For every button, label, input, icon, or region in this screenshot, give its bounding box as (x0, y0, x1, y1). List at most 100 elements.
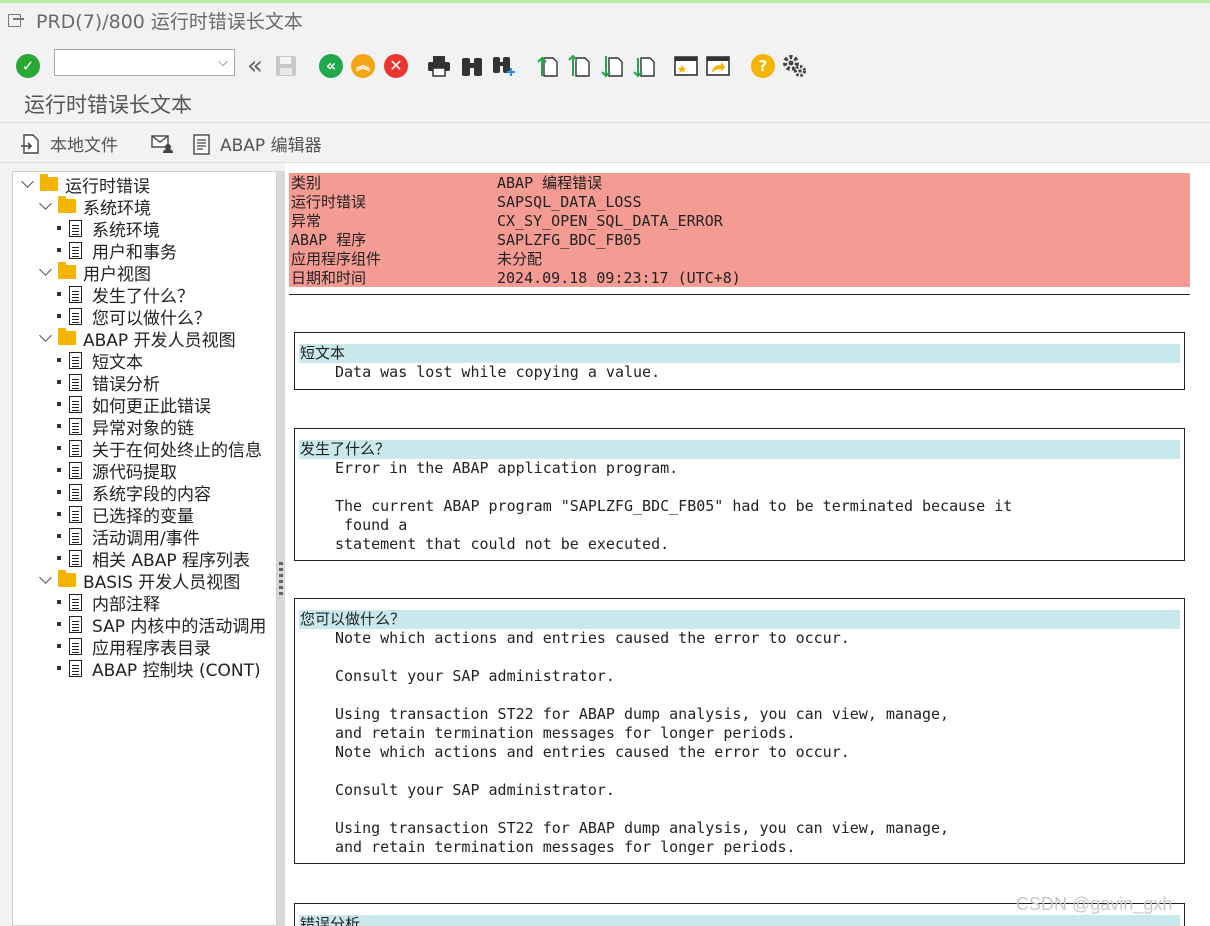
bullet-icon (57, 556, 61, 560)
document-icon (69, 395, 82, 413)
section-text-line: Consult your SAP administrator. (335, 667, 615, 685)
save-button[interactable] (273, 53, 299, 79)
folder-icon (58, 196, 76, 213)
chevron-down-icon[interactable] (39, 571, 52, 584)
tree-folder-node[interactable]: BASIS 开发人员视图 (39, 569, 240, 593)
tree-document-node[interactable]: 源代码提取 (57, 459, 177, 483)
tree-document-node[interactable]: 用户和事务 (57, 239, 177, 263)
bullet-icon (57, 622, 61, 626)
question-icon: ? (751, 54, 775, 78)
document-icon (69, 593, 82, 611)
dump-header-row: 日期和时间 2024.09.18 09:23:17 (UTC+8) (289, 268, 1190, 287)
previous-page-button[interactable] (567, 53, 593, 79)
menu-icon[interactable] (8, 14, 24, 27)
tree-document-node[interactable]: ABAP 控制块 (CONT) (57, 657, 261, 681)
tree-document-node[interactable]: 内部注释 (57, 591, 160, 615)
first-page-button[interactable] (535, 53, 561, 79)
document-icon (69, 351, 82, 369)
exit-button[interactable]: ︽ (350, 53, 376, 79)
tree-document-node[interactable]: 发生了什么？ (57, 283, 194, 307)
section-text-line: Consult your SAP administrator. (335, 781, 615, 799)
header-value: 2024.09.18 09:23:17 (UTC+8) (497, 268, 741, 287)
tree-document-node[interactable]: SAP 内核中的活动调用 (57, 613, 266, 637)
next-page-button[interactable] (600, 53, 626, 79)
cancel-button[interactable]: ✕ (383, 53, 409, 79)
screen-title: 运行时错误长文本 (24, 93, 192, 117)
shortcut-button[interactable] (705, 53, 731, 79)
bullet-icon (57, 644, 61, 648)
document-icon (69, 615, 82, 633)
document-icon (69, 461, 82, 479)
document-icon (69, 219, 82, 237)
tree-document-node[interactable]: 如何更正此错误 (57, 393, 211, 417)
divider (0, 122, 1210, 123)
tree-document-node[interactable]: 相关 ABAP 程序列表 (57, 547, 250, 571)
help-button[interactable]: ? (750, 53, 776, 79)
header-value: ABAP 编程错误 (497, 174, 603, 192)
tree-document-node[interactable]: 系统环境 (57, 217, 160, 241)
section-text-line: statement that could not be executed. (335, 535, 670, 553)
dump-header-row: 运行时错误 SAPSQL_DATA_LOSS (289, 192, 1190, 211)
back-icon: « (319, 54, 343, 78)
command-field[interactable]: ⌵ (54, 49, 235, 76)
back-button[interactable]: « (318, 53, 344, 79)
shortcut-icon (706, 56, 730, 76)
customize-layout-button[interactable] (781, 53, 807, 79)
tree-document-node[interactable]: 短文本 (57, 349, 143, 373)
tree-folder-node[interactable]: 系统环境 (39, 195, 151, 219)
double-chevron-left-icon: « (247, 51, 263, 81)
document-icon (69, 659, 82, 677)
section-text-line: Error in the ABAP application program. (335, 459, 679, 477)
bullet-icon (57, 424, 61, 428)
local-file-button[interactable]: 本地文件 (20, 131, 118, 156)
chevron-down-icon[interactable]: ⌵ (218, 55, 228, 70)
tree-document-node[interactable]: 活动调用/事件 (57, 525, 200, 549)
chevron-down-icon[interactable] (39, 197, 52, 210)
last-page-icon (633, 57, 655, 78)
folder-icon (58, 262, 76, 279)
print-button[interactable] (426, 53, 452, 79)
splitter-grip-icon[interactable] (279, 562, 283, 598)
send-mail-button[interactable] (150, 131, 174, 153)
last-page-button[interactable] (632, 53, 658, 79)
document-icon (69, 637, 82, 655)
section-title: 发生了什么？ (299, 440, 1180, 459)
tree-document-node[interactable]: 系统字段的内容 (57, 481, 211, 505)
section-text-line: Using transaction ST22 for ABAP dump ana… (335, 819, 950, 837)
tree-document-node[interactable]: 您可以做什么？ (57, 305, 211, 329)
tree-document-node[interactable]: 错误分析 (57, 371, 160, 395)
collapse-command-button[interactable]: « (242, 51, 268, 81)
checkmark-icon: ✓ (16, 54, 40, 78)
document-icon (69, 527, 82, 545)
bullet-icon (57, 600, 61, 604)
tree-document-node[interactable]: 异常对象的链 (57, 415, 194, 439)
enter-button[interactable]: ✓ (15, 53, 41, 79)
tree-document-node[interactable]: 应用程序表目录 (57, 635, 211, 659)
section-title: 短文本 (299, 344, 1180, 363)
chevron-down-icon[interactable] (21, 175, 34, 188)
section-text-line: The current ABAP program "SAPLZFG_BDC_FB… (335, 497, 1013, 515)
dump-text-area: 类别 ABAP 编程错误 运行时错误 SAPSQL_DATA_LOSS 异常 CX_SY_… (285, 163, 1210, 926)
next-page-icon (601, 56, 623, 78)
system-toolbar: ✓ ⌵ « « ︽ ✕ ? (0, 44, 1210, 88)
window-title: PRD(7)/800 运行时错误长文本 (36, 10, 303, 33)
gear-icon (783, 55, 806, 77)
tree-folder-node[interactable]: 用户视图 (39, 261, 151, 285)
chevron-down-icon[interactable] (39, 263, 52, 276)
folder-icon (40, 174, 58, 191)
section-title: 您可以做什么？ (299, 610, 1180, 629)
tree-folder-node[interactable]: ABAP 开发人员视图 (39, 327, 236, 351)
chevron-down-icon[interactable] (39, 329, 52, 342)
tree-document-node[interactable]: 关于在何处终止的信息 (57, 437, 262, 461)
tree-folder-node[interactable]: 运行时错误 (21, 173, 150, 197)
find-button[interactable] (459, 53, 485, 79)
header-key: 异常 (291, 212, 322, 230)
floppy-disk-icon (276, 56, 296, 76)
pane-splitter[interactable] (277, 171, 285, 926)
dump-header-row: 应用程序组件 未分配 (289, 249, 1190, 268)
tree-document-node[interactable]: 已选择的变量 (57, 503, 194, 527)
abap-editor-button[interactable]: ABAP 编辑器 (192, 131, 322, 156)
create-session-button[interactable] (673, 53, 699, 79)
dump-header-row: ABAP 程序 SAPLZFG_BDC_FB05 (289, 230, 1190, 249)
find-next-button[interactable] (491, 53, 517, 79)
